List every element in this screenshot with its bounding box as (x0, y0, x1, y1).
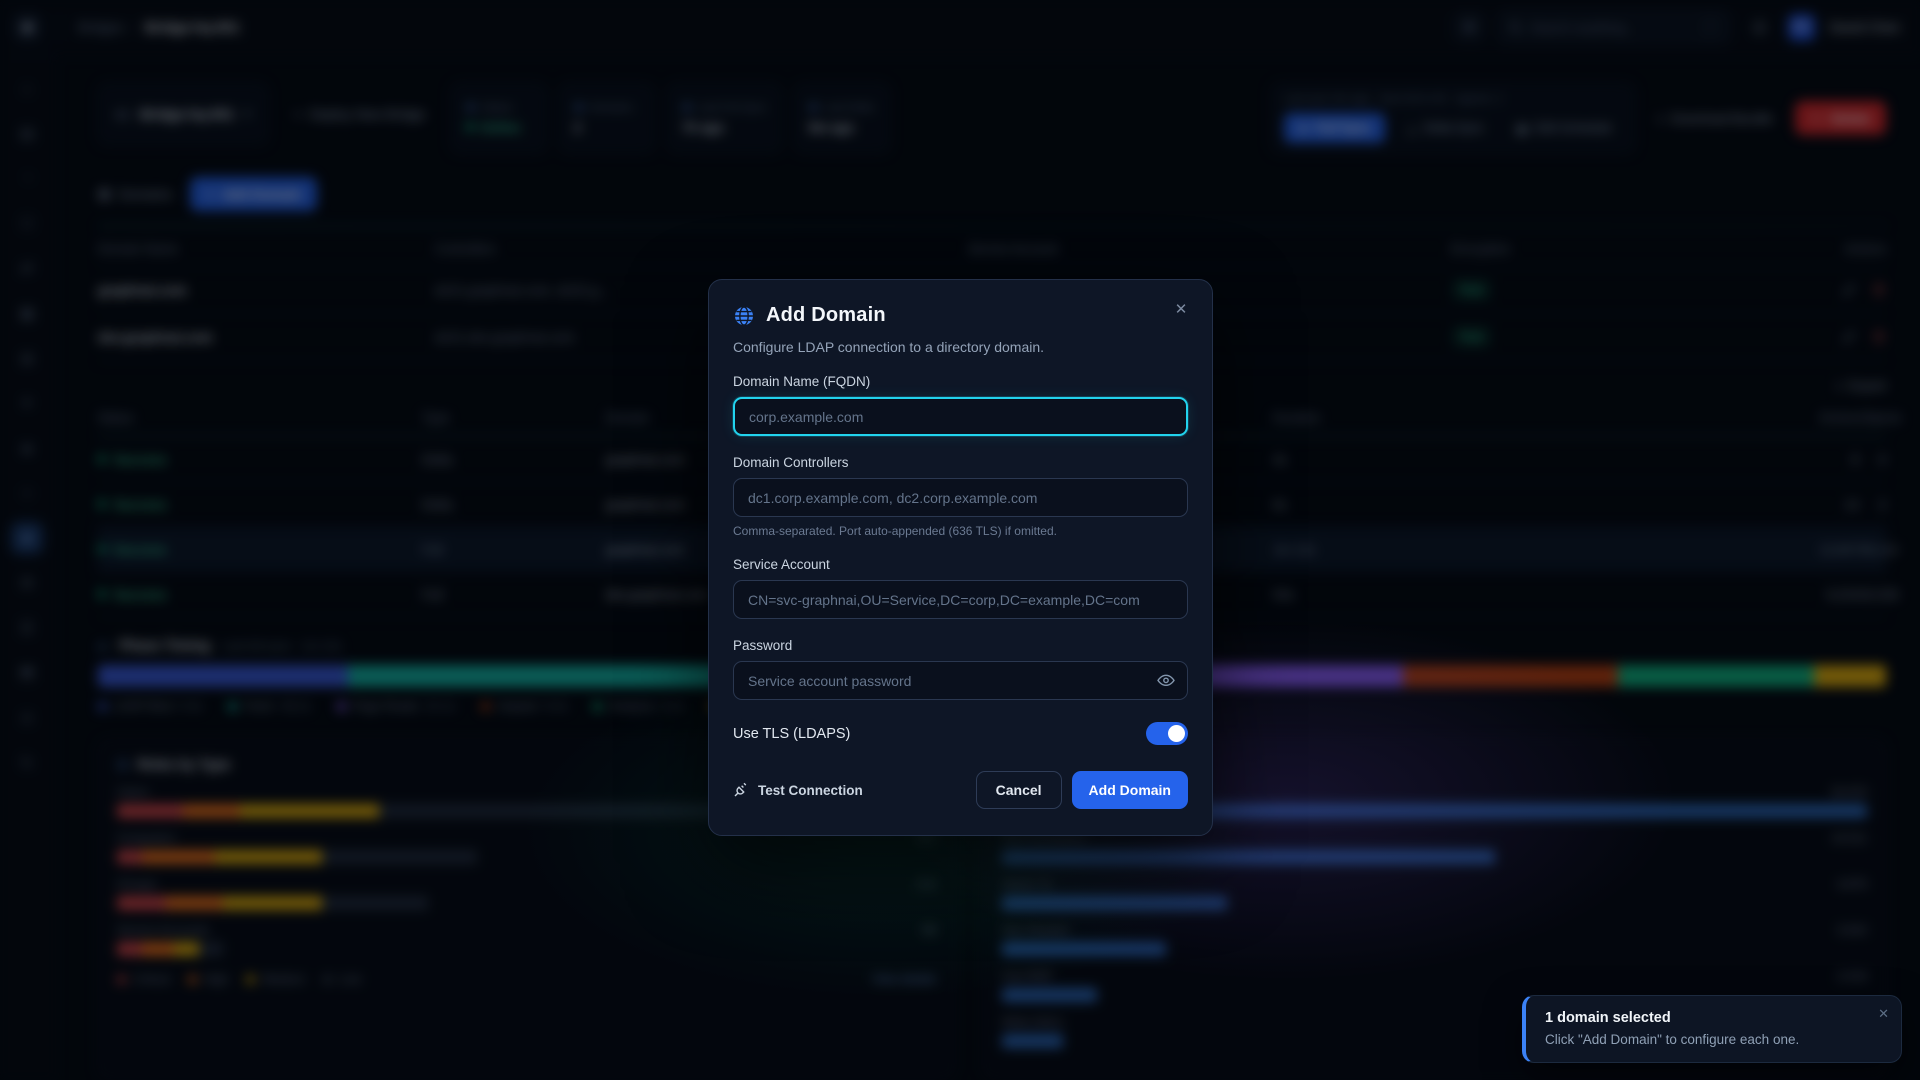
toggle-knob (1168, 725, 1185, 742)
add-domain-modal: Add Domain ✕ Configure LDAP connection t… (708, 279, 1213, 836)
controllers-help-text: Comma-separated. Port auto-appended (636… (733, 524, 1188, 538)
domain-controllers-label: Domain Controllers (733, 455, 1188, 470)
selection-toast: 1 domain selected Click "Add Domain" to … (1522, 995, 1902, 1063)
modal-subtitle: Configure LDAP connection to a directory… (733, 339, 1188, 355)
toast-title: 1 domain selected (1545, 1010, 1885, 1026)
domain-name-input[interactable] (733, 397, 1188, 436)
modal-title: Add Domain (766, 304, 886, 327)
test-connection-button[interactable]: Test Connection (733, 782, 863, 798)
cancel-button[interactable]: Cancel (976, 771, 1062, 809)
close-icon[interactable]: ✕ (1878, 1006, 1889, 1022)
service-account-label: Service Account (733, 557, 1188, 572)
tls-toggle[interactable] (1146, 722, 1188, 745)
password-label: Password (733, 638, 1188, 653)
close-icon[interactable]: ✕ (1170, 298, 1192, 320)
globe-icon (733, 305, 755, 327)
toast-body: Click "Add Domain" to configure each one… (1545, 1032, 1885, 1047)
tls-toggle-label: Use TLS (LDAPS) (733, 726, 850, 742)
plug-icon (733, 782, 749, 798)
domain-controllers-input[interactable] (733, 478, 1188, 517)
service-account-input[interactable] (733, 580, 1188, 619)
eye-icon[interactable] (1157, 673, 1175, 687)
domain-name-label: Domain Name (FQDN) (733, 374, 1188, 389)
password-input[interactable] (733, 661, 1188, 700)
add-domain-submit-button[interactable]: Add Domain (1072, 771, 1188, 809)
